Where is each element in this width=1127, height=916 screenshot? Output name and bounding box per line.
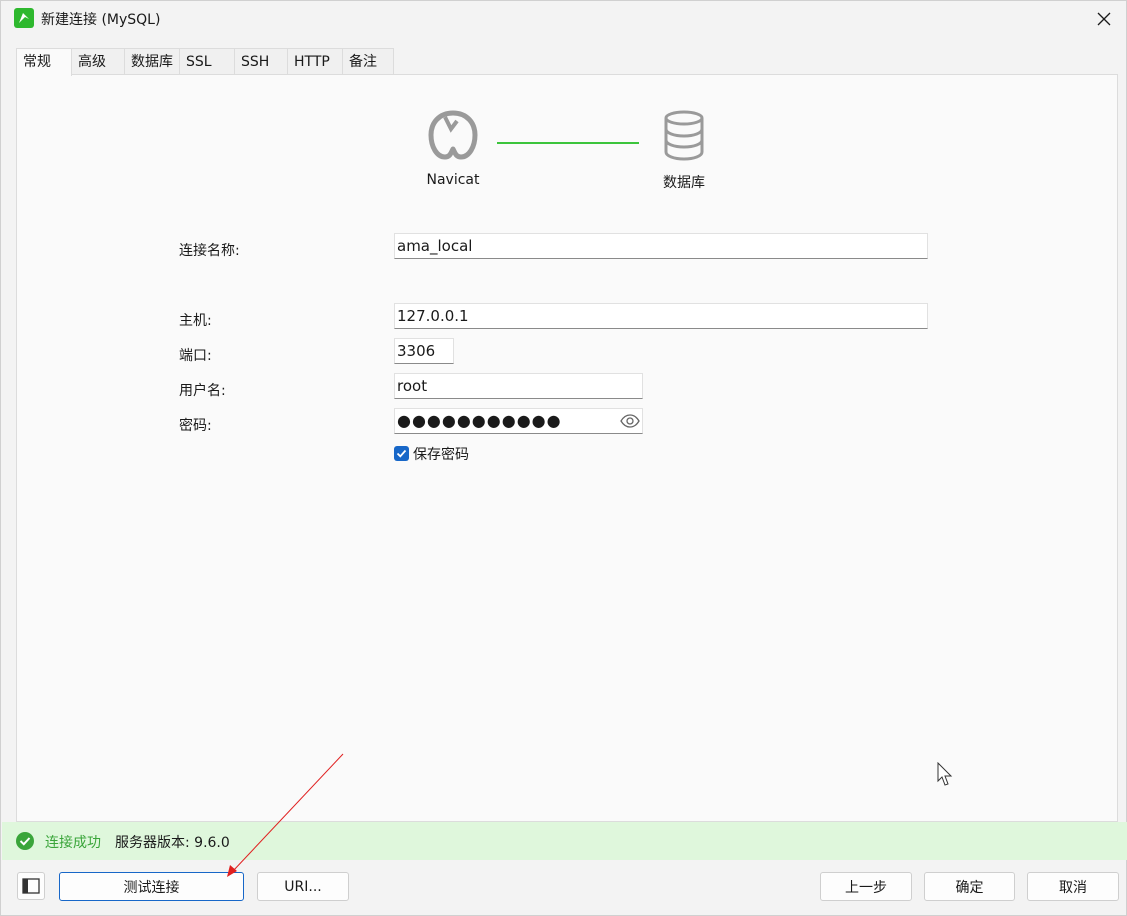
connection-name-input[interactable]: ama_local bbox=[394, 233, 928, 259]
sidebar-toggle-button[interactable] bbox=[17, 872, 45, 900]
tab-http[interactable]: HTTP bbox=[287, 48, 343, 75]
host-input[interactable]: 127.0.0.1 bbox=[394, 303, 928, 329]
sidebar-panel-icon bbox=[22, 878, 40, 894]
navicat-logo-icon bbox=[428, 110, 478, 160]
connection-name-label: 连接名称: bbox=[179, 243, 240, 259]
save-password-label[interactable]: 保存密码 bbox=[413, 444, 469, 464]
navicat-app-icon bbox=[14, 8, 34, 28]
checkmark-icon bbox=[396, 449, 407, 458]
mouse-cursor-icon bbox=[937, 762, 953, 786]
password-label: 密码: bbox=[179, 418, 212, 434]
status-message: 连接成功 bbox=[45, 835, 101, 851]
window-title: 新建连接 (MySQL) bbox=[41, 12, 161, 28]
port-input[interactable]: 3306 bbox=[394, 338, 454, 364]
tab-general[interactable]: 常规 bbox=[16, 48, 72, 76]
database-icon bbox=[664, 110, 704, 161]
show-password-eye-icon[interactable] bbox=[620, 412, 640, 430]
host-label: 主机: bbox=[179, 313, 212, 329]
server-version: 服务器版本: 9.6.0 bbox=[115, 835, 230, 851]
tab-ssh[interactable]: SSH bbox=[234, 48, 288, 75]
tab-database[interactable]: 数据库 bbox=[124, 48, 180, 75]
tab-ssl[interactable]: SSL bbox=[179, 48, 235, 75]
tab-advanced[interactable]: 高级 bbox=[71, 48, 125, 75]
test-connection-button[interactable]: 测试连接 bbox=[59, 872, 244, 901]
new-connection-dialog: 新建连接 (MySQL) 常规 高级 数据库 SSL SSH HTTP 备注 N… bbox=[0, 0, 1127, 916]
tab-bar: 常规 高级 数据库 SSL SSH HTTP 备注 bbox=[16, 48, 394, 76]
username-label: 用户名: bbox=[179, 383, 226, 399]
connection-line bbox=[497, 142, 639, 144]
general-panel: Navicat 数据库 连接名称: ama_local 主机: 127.0.0.… bbox=[16, 74, 1118, 822]
title-bar: 新建连接 (MySQL) bbox=[1, 1, 1126, 37]
close-button[interactable] bbox=[1092, 7, 1116, 31]
navicat-label: Navicat bbox=[426, 172, 480, 188]
save-password-checkbox[interactable] bbox=[394, 446, 409, 461]
port-label: 端口: bbox=[179, 348, 212, 364]
close-icon bbox=[1097, 12, 1111, 26]
previous-button[interactable]: 上一步 bbox=[820, 872, 912, 901]
database-label: 数据库 bbox=[663, 175, 705, 191]
password-input[interactable]: ●●●●●●●●●●● bbox=[394, 408, 643, 434]
username-input[interactable]: root bbox=[394, 373, 643, 399]
uri-button[interactable]: URI... bbox=[257, 872, 349, 901]
password-value: ●●●●●●●●●●● bbox=[397, 411, 562, 430]
ok-button[interactable]: 确定 bbox=[924, 872, 1015, 901]
status-bar: 连接成功 服务器版本: 9.6.0 bbox=[2, 822, 1127, 860]
cancel-button[interactable]: 取消 bbox=[1027, 872, 1119, 901]
tab-notes[interactable]: 备注 bbox=[342, 48, 394, 75]
success-check-icon bbox=[16, 832, 34, 850]
